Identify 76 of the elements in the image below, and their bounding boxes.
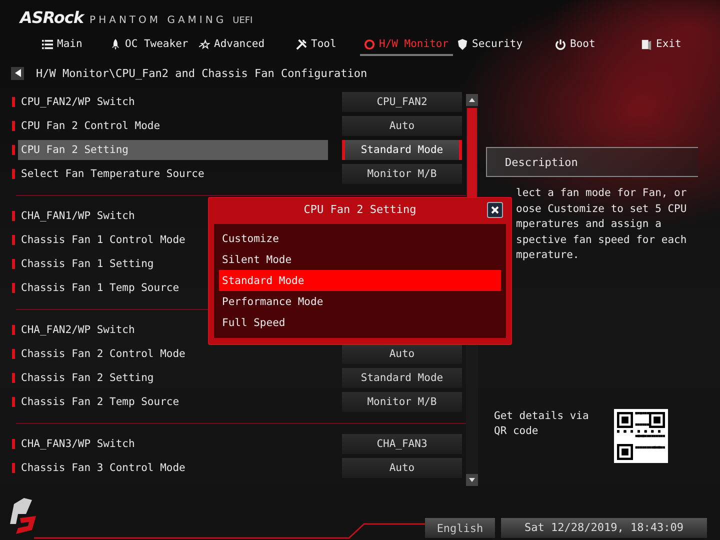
item-marker bbox=[12, 121, 15, 131]
product-name: PHANTOM GAMING bbox=[90, 15, 227, 27]
close-button[interactable] bbox=[487, 202, 503, 218]
setting-label[interactable]: Chassis Fan 2 Setting bbox=[18, 368, 328, 388]
nav-tab[interactable]: Main bbox=[38, 34, 86, 56]
down-arrow-icon bbox=[469, 478, 475, 482]
nav-tab[interactable]: Boot bbox=[551, 34, 600, 56]
setting-label[interactable]: Chassis Fan 2 Temp Source bbox=[18, 392, 328, 412]
setting-label[interactable]: Chassis Fan 2 Control Mode bbox=[18, 344, 328, 364]
setting-label[interactable]: CPU Fan 2 Control Mode bbox=[18, 116, 328, 136]
popup-option[interactable]: Standard Mode bbox=[219, 270, 501, 291]
brand-logo: ASRock bbox=[20, 8, 84, 27]
tools-icon bbox=[296, 38, 307, 50]
breadcrumb: H/W Monitor\CPU_Fan2 and Chassis Fan Configuration bbox=[36, 66, 368, 80]
shield-icon bbox=[457, 38, 468, 50]
popup-option[interactable]: Performance Mode bbox=[219, 291, 501, 312]
item-marker bbox=[12, 325, 15, 335]
item-marker bbox=[12, 397, 15, 407]
description-text: mperatures and assign a bbox=[516, 217, 662, 232]
nav-tab[interactable]: Exit bbox=[637, 34, 686, 56]
qr-code-icon bbox=[614, 408, 668, 462]
nav-tab[interactable]: OC Tweaker bbox=[106, 34, 192, 56]
popup-option[interactable]: Full Speed bbox=[219, 312, 501, 333]
close-icon bbox=[491, 206, 499, 214]
setting-value[interactable]: Monitor M/B bbox=[342, 392, 462, 412]
item-marker bbox=[12, 97, 15, 107]
language-button[interactable]: English bbox=[425, 518, 495, 538]
setting-value[interactable]: Auto bbox=[342, 458, 462, 478]
item-marker bbox=[12, 283, 15, 293]
nav-tab[interactable]: Tool bbox=[292, 34, 340, 56]
item-marker bbox=[12, 373, 15, 383]
scroll-down-button[interactable] bbox=[466, 474, 478, 486]
setting-label[interactable]: CPU_FAN2/WP Switch bbox=[18, 92, 328, 112]
item-marker bbox=[12, 169, 15, 179]
popup-title: CPU Fan 2 Setting bbox=[302, 202, 418, 218]
description-text: lect a fan mode for Fan, or bbox=[516, 186, 688, 201]
exit-door-icon bbox=[641, 38, 652, 50]
setting-value[interactable]: Standard Mode bbox=[342, 140, 462, 160]
monitor-circle-icon bbox=[364, 38, 375, 50]
nav-tab[interactable]: Security bbox=[453, 34, 527, 56]
date-time: Sat 12/28/2019, 18:43:09 bbox=[501, 518, 707, 538]
setting-value[interactable]: Standard Mode bbox=[342, 368, 462, 388]
setting-label[interactable]: Select Fan Temperature Source bbox=[18, 164, 328, 184]
setting-label[interactable]: CPU Fan 2 Setting bbox=[18, 140, 328, 160]
popup-option[interactable]: Silent Mode bbox=[219, 249, 501, 270]
scroll-up-button[interactable] bbox=[466, 94, 478, 106]
setting-value[interactable]: Monitor M/B bbox=[342, 164, 462, 184]
item-marker bbox=[12, 439, 15, 449]
up-arrow-icon bbox=[469, 98, 475, 102]
item-marker bbox=[12, 145, 15, 155]
setting-value[interactable]: CHA_FAN3 bbox=[342, 434, 462, 454]
item-marker bbox=[12, 463, 15, 473]
description-title: Description bbox=[486, 147, 698, 177]
description-text: oose Customize to set 5 CPU bbox=[516, 202, 688, 216]
description-text: spective fan speed for each bbox=[516, 232, 688, 248]
setting-label[interactable]: Chassis Fan 3 Control Mode bbox=[18, 458, 328, 478]
item-marker bbox=[12, 211, 15, 221]
setting-value[interactable]: CPU_FAN2 bbox=[342, 92, 462, 112]
list-icon bbox=[42, 38, 53, 50]
popup-option[interactable]: Customize bbox=[219, 228, 501, 249]
setting-label[interactable]: CHA_FAN3/WP Switch bbox=[18, 434, 328, 454]
back-button[interactable] bbox=[11, 66, 24, 80]
qr-caption: Get details via QR code bbox=[494, 408, 590, 438]
nav-tab[interactable]: Advanced bbox=[195, 34, 269, 56]
nav-tab[interactable]: H/W Monitor bbox=[360, 34, 453, 56]
item-marker bbox=[12, 235, 15, 245]
star-icon bbox=[199, 38, 210, 50]
description-text: mperature. bbox=[516, 248, 580, 263]
item-marker bbox=[12, 259, 15, 269]
setting-value[interactable]: Auto bbox=[342, 116, 462, 136]
setting-value[interactable]: Auto bbox=[342, 344, 462, 364]
product-suffix: UEFI bbox=[232, 16, 253, 27]
item-marker bbox=[12, 349, 15, 359]
rocket-icon bbox=[110, 38, 121, 50]
power-icon bbox=[555, 38, 566, 50]
back-arrow-icon bbox=[14, 69, 20, 77]
